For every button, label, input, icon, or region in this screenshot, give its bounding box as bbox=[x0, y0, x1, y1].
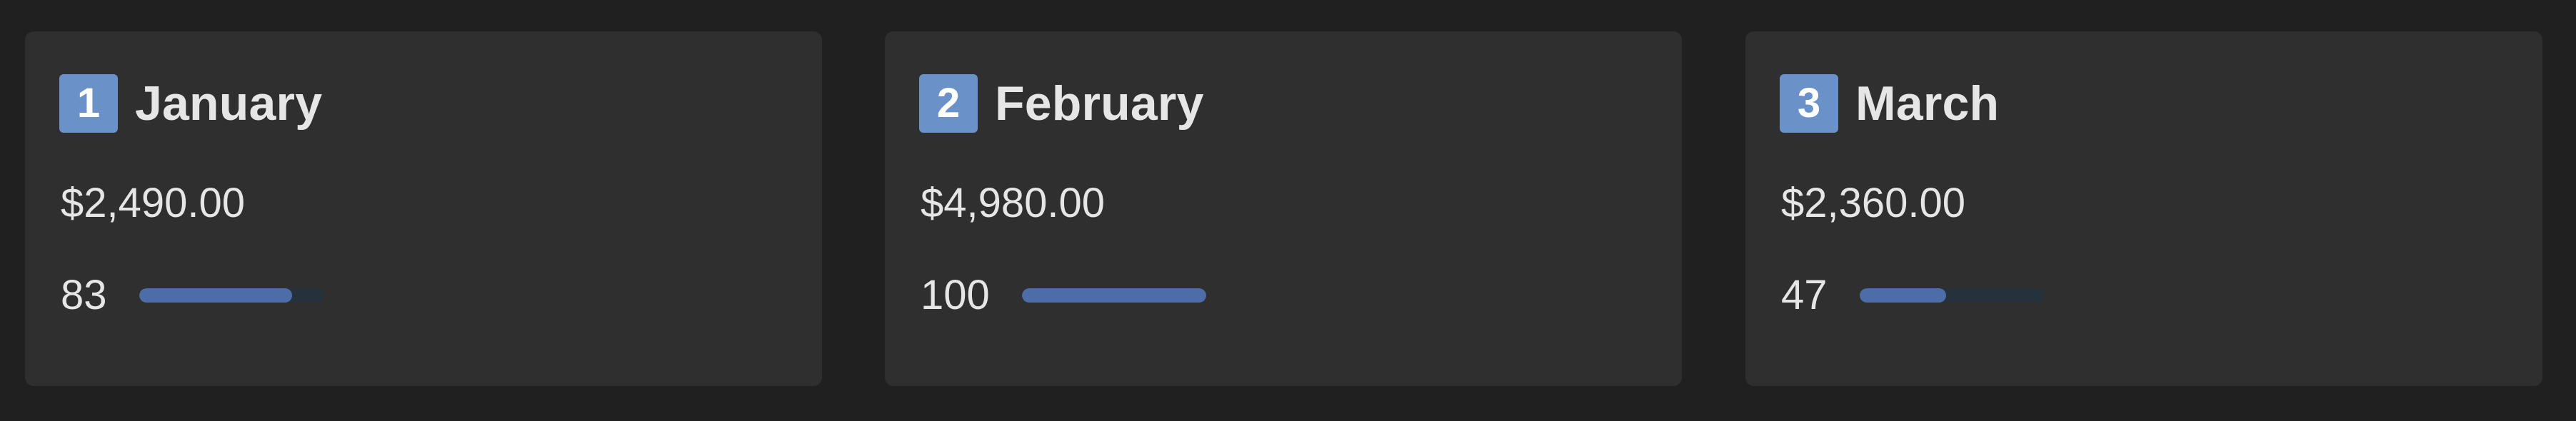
progress-bar bbox=[139, 288, 324, 303]
progress-fill bbox=[1021, 288, 1206, 303]
monthly-amount: $2,360.00 bbox=[1781, 180, 1966, 226]
monthly-amount: $4,980.00 bbox=[921, 180, 1106, 226]
month-badge-number: 2 bbox=[936, 80, 961, 126]
month-title: March bbox=[1855, 76, 2000, 131]
progress-bar bbox=[1859, 288, 2044, 303]
progress-row: 83 bbox=[61, 274, 324, 317]
month-card-march[interactable]: 3 March $2,360.00 47 bbox=[1745, 31, 2542, 386]
progress-row: 100 bbox=[921, 274, 1206, 317]
progress-fill bbox=[1859, 288, 1946, 303]
month-header: 1 January bbox=[59, 73, 322, 134]
month-title: January bbox=[135, 76, 323, 131]
month-badge-number: 3 bbox=[1797, 80, 1821, 126]
month-header: 2 February bbox=[919, 73, 1204, 134]
progress-fill bbox=[139, 288, 292, 303]
keycap-digit-one-icon: 1 bbox=[59, 74, 118, 133]
monthly-summary-board: 1 January $2,490.00 83 2 February $4,980… bbox=[0, 0, 2576, 421]
monthly-amount: $2,490.00 bbox=[61, 180, 246, 226]
month-card-february[interactable]: 2 February $4,980.00 100 bbox=[885, 31, 1682, 386]
progress-value: 47 bbox=[1781, 272, 1828, 318]
month-title: February bbox=[995, 76, 1204, 131]
month-badge-number: 1 bbox=[76, 80, 101, 126]
progress-value: 83 bbox=[61, 272, 107, 318]
progress-value: 100 bbox=[921, 272, 990, 318]
month-header: 3 March bbox=[1780, 73, 1999, 134]
keycap-digit-three-icon: 3 bbox=[1780, 74, 1838, 133]
progress-row: 47 bbox=[1781, 274, 2044, 317]
progress-bar bbox=[1021, 288, 1206, 303]
keycap-digit-two-icon: 2 bbox=[919, 74, 978, 133]
month-card-january[interactable]: 1 January $2,490.00 83 bbox=[25, 31, 822, 386]
